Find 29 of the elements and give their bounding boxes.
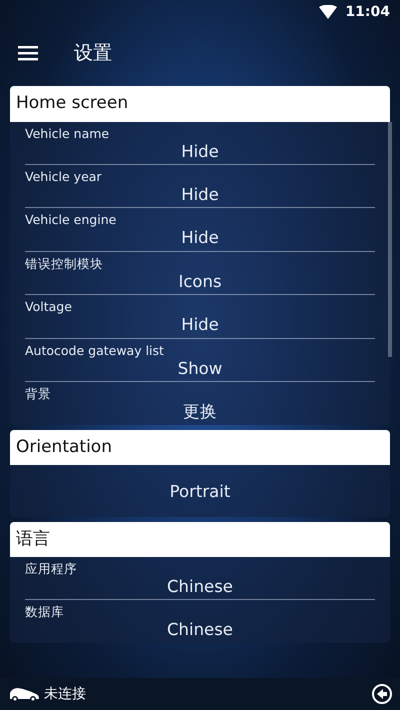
setting-label: 数据库 [25, 604, 65, 620]
setting-label: Voltage [25, 299, 73, 314]
setting-value[interactable]: Hide [25, 227, 375, 249]
setting-value[interactable]: Chinese [25, 576, 375, 598]
section-header: 语言 [10, 522, 390, 557]
setting-label: Autocode gateway list [25, 342, 165, 358]
car-icon [8, 686, 40, 702]
setting-value[interactable]: Hide [25, 184, 375, 206]
section-header: Orientation [10, 430, 390, 466]
setting-label: 错误控制模块 [25, 256, 104, 271]
setting-value[interactable]: Portrait [25, 469, 375, 514]
menu-icon[interactable] [18, 46, 38, 60]
section-header: Home screen [10, 86, 390, 122]
wifi-icon [319, 5, 338, 19]
connect-icon[interactable] [372, 684, 392, 704]
setting-value[interactable]: Hide [25, 314, 375, 336]
setting-value[interactable]: Hide [25, 140, 375, 162]
setting-label: 应用程序 [25, 561, 78, 576]
setting-label: Vehicle name [25, 126, 110, 140]
setting-value[interactable]: 更换 [25, 401, 375, 423]
setting-label: Vehicle engine [25, 212, 118, 228]
setting-label: Vehicle year [25, 168, 103, 184]
connection-status: 未连接 [44, 684, 86, 704]
setting-value[interactable]: Show [25, 358, 375, 380]
setting-value[interactable]: Icons [25, 270, 375, 292]
setting-label: 背景 [25, 386, 52, 402]
clock-time: 11:04 [345, 2, 390, 22]
setting-value[interactable]: Chinese [25, 619, 375, 641]
page-title: 设置 [74, 40, 112, 66]
